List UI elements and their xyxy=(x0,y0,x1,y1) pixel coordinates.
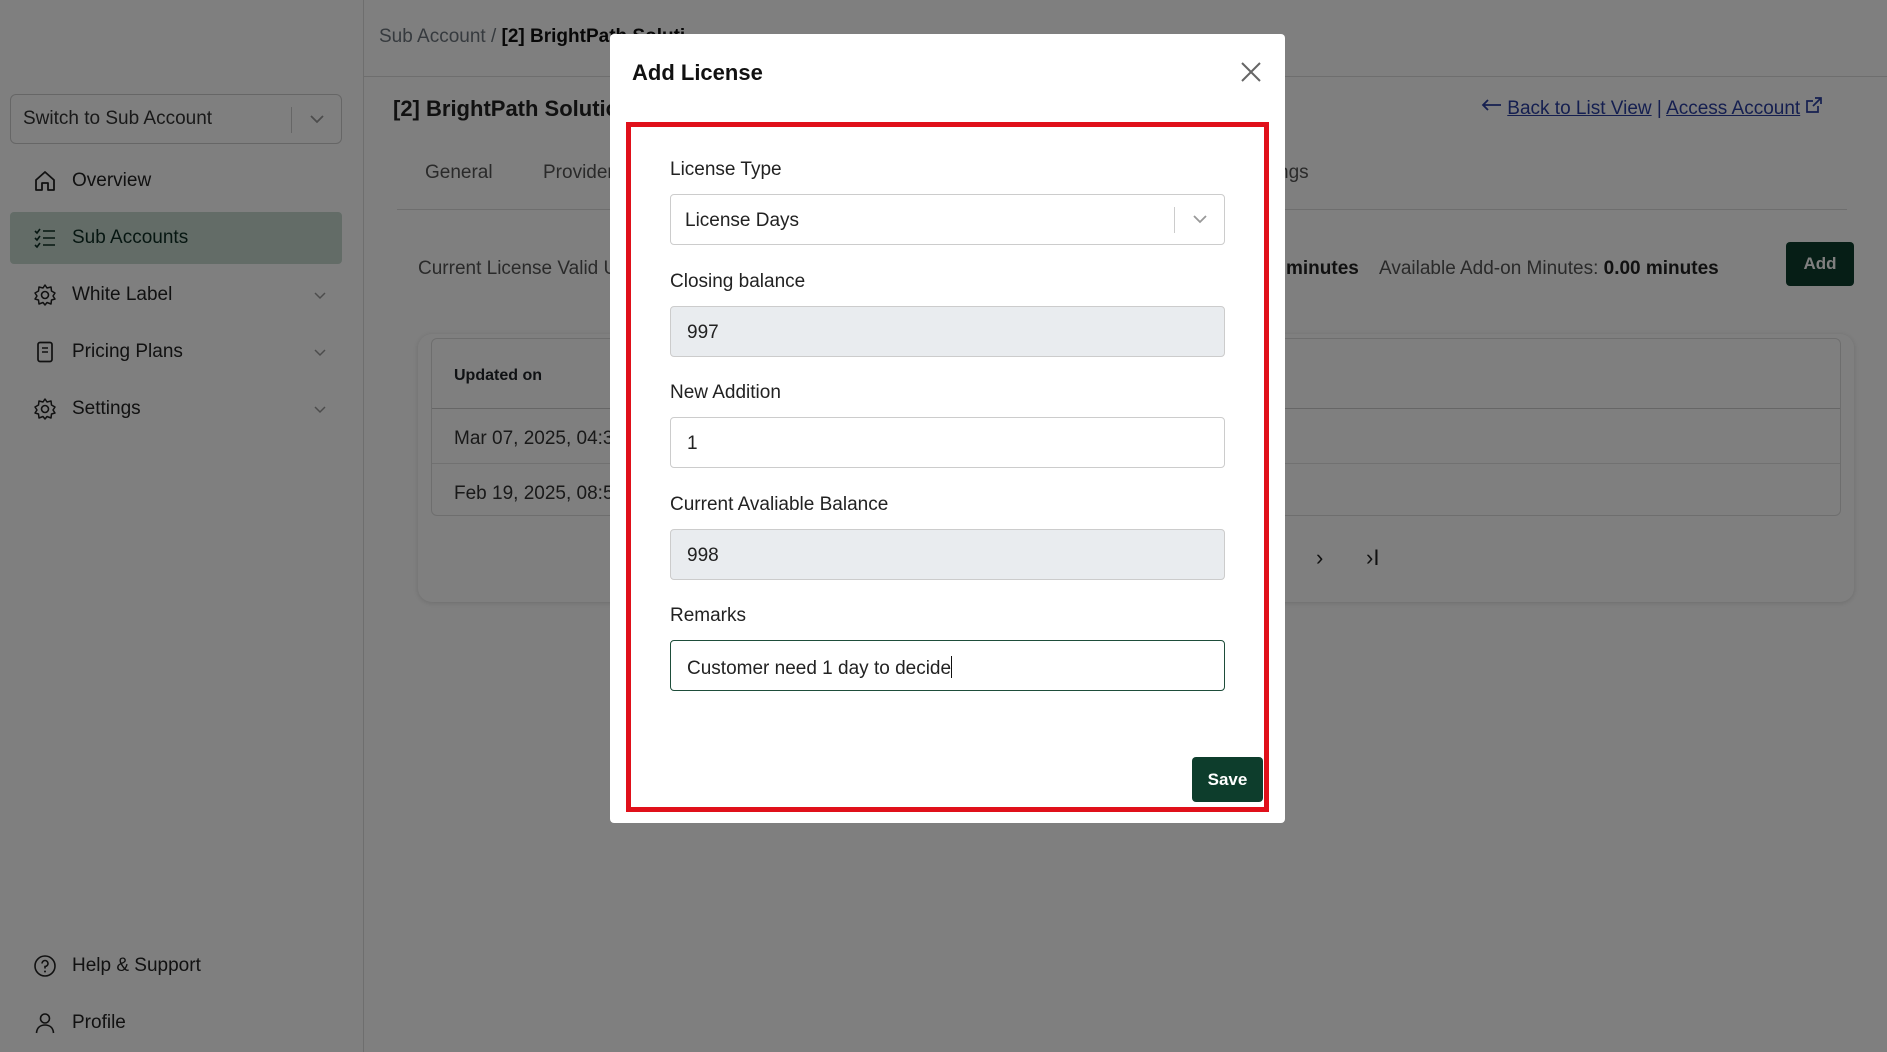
current-balance-field: 998 xyxy=(670,529,1225,580)
add-license-modal: Add License License Type License Days Cl… xyxy=(610,34,1285,823)
close-icon[interactable] xyxy=(1237,58,1265,86)
select-separator xyxy=(1174,207,1175,233)
remarks-field[interactable]: Customer need 1 day to decide xyxy=(670,640,1225,691)
new-addition-field[interactable]: 1 xyxy=(670,417,1225,468)
remarks-label: Remarks xyxy=(670,605,747,626)
modal-title: Add License xyxy=(632,60,763,85)
new-addition-label: New Addition xyxy=(670,382,781,403)
license-type-select[interactable]: License Days xyxy=(670,194,1225,245)
closing-balance-label: Closing balance xyxy=(670,271,806,292)
current-balance-label: Current Avaliable Balance xyxy=(670,494,889,515)
save-button[interactable]: Save xyxy=(1192,757,1263,802)
remarks-value: Customer need 1 day to decide xyxy=(687,658,952,679)
text-cursor xyxy=(951,656,953,678)
license-type-value: License Days xyxy=(685,210,800,231)
license-type-label: License Type xyxy=(670,159,782,180)
chevron-down-icon[interactable] xyxy=(1190,209,1210,229)
closing-balance-field: 997 xyxy=(670,306,1225,357)
